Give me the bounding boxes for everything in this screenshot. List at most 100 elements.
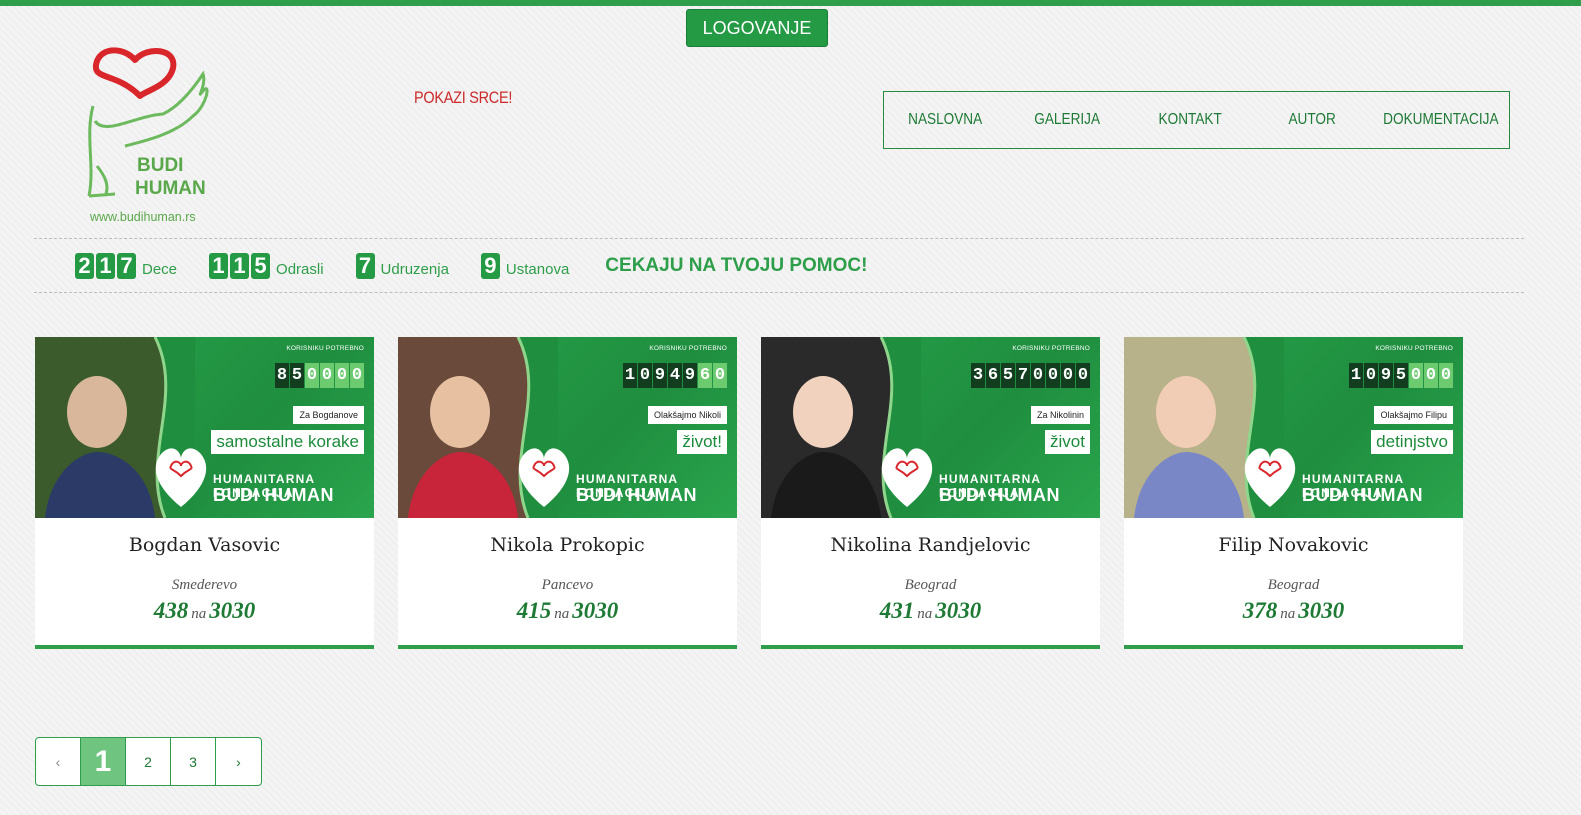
pagination-prev[interactable]: ‹ [36,738,81,785]
banner-caption-small: Olakšajmo Filipu [1374,406,1453,424]
need-digit: 0 [713,363,727,388]
need-digit: 0 [1409,363,1423,388]
need-digit: 0 [1364,363,1378,388]
cards-grid: KORISNIKU POTREBNO 8 5 0 0 0 0 Za Bogdanove samo… [35,337,1485,649]
card-banner: KORISNIKU POTREBNO 1 0 9 4 9 6 0 Olakšajmo Nikol… [398,337,737,518]
need-digit: 0 [305,363,319,388]
banner-caption-large: život [1045,430,1090,454]
card-name: Nikola Prokopic [490,534,645,556]
foundation-line2: BUDI HUMAN [576,485,697,505]
score-value: 415 [516,598,552,623]
child-card[interactable]: KORISNIKU POTREBNO 3 6 5 7 0 0 0 0 Za Nikolinin ži… [761,337,1100,649]
pagination: ‹ 1 2 3 › [35,737,262,786]
logo-url: www.budihuman.rs [89,210,196,224]
heart-logo-icon [518,448,570,507]
score-separator: na [917,606,933,622]
slogan: POKAZI SRCE! [414,88,513,107]
card-score: 438 na 3030 [35,598,374,624]
need-digit: 6 [698,363,712,388]
card-name: Filip Novakovic [1218,534,1369,556]
need-digit: 0 [1046,363,1060,388]
stat-digit: 7 [355,252,375,279]
foundation-line2: BUDI HUMAN [213,485,334,505]
main-nav: NASLOVNA GALERIJA KONTAKT AUTOR DOKUMENT… [883,91,1510,149]
need-digit: 6 [986,363,1000,388]
stat-digit: 5 [251,252,271,279]
stat-digit: 1 [209,252,229,279]
need-digit: 5 [1394,363,1408,388]
score-separator: na [191,606,207,622]
child-card[interactable]: KORISNIKU POTREBNO 1 0 9 5 0 0 0 Olakšajmo Filip… [1124,337,1463,649]
top-accent-bar [0,0,1581,6]
stat-digit: 9 [480,252,500,279]
site-logo[interactable]: BUDI HUMAN www.budihuman.rs [85,46,225,228]
need-digit: 9 [653,363,667,388]
banner-caption-small: Za Bogdanove [293,406,364,424]
score-value: 438 [153,598,189,623]
nav-item-galerija[interactable]: GALERIJA [1016,111,1120,129]
child-card[interactable]: KORISNIKU POTREBNO 8 5 0 0 0 0 Za Bogdanove samo… [35,337,374,649]
card-city: Pancevo [541,577,594,593]
nav-item-dokumentacija[interactable]: DOKUMENTACIJA [1383,111,1498,129]
score-total: 3030 [209,598,256,623]
stats-cta-text: CEKAJU NA TVOJU POMOC! [605,254,868,276]
stat-label: Ustanova [505,260,570,278]
need-digit: 1 [1349,363,1363,388]
need-digit: 9 [1379,363,1393,388]
banner-caption-small: Olakšajmo Nikoli [647,406,727,424]
need-label: KORISNIKU POTREBNO [286,345,364,352]
need-digit: 0 [638,363,652,388]
need-amount: 36570000 [970,363,1090,388]
banner-caption-large: detinjstvo [1371,430,1453,454]
card-score: 378 na 3030 [1124,598,1463,624]
score-total: 3030 [1298,598,1345,623]
card-banner: KORISNIKU POTREBNO 8 5 0 0 0 0 Za Bogdanove samo… [35,337,374,518]
login-button[interactable]: LOGOVANJE [686,9,828,47]
need-amount: 850000 [274,363,364,388]
score-separator: na [1280,606,1296,622]
need-amount: 1094960 [622,363,727,388]
logo-line2: HUMAN [135,178,206,199]
heart-logo-icon [155,448,207,507]
stat-digit: 7 [117,252,136,279]
nav-item-naslovna[interactable]: NASLOVNA [893,111,997,129]
banner-caption-large: život! [677,430,727,454]
need-digit: 0 [335,363,349,388]
need-digit: 1 [623,363,637,388]
stat-digit: 1 [96,252,115,279]
pagination-page-3[interactable]: 3 [171,738,216,785]
need-digit: 7 [1016,363,1030,388]
banner-caption-small: Za Nikolinin [1030,406,1090,424]
card-score: 415 na 3030 [398,598,737,624]
pagination-next[interactable]: › [216,738,261,785]
child-card[interactable]: KORISNIKU POTREBNO 1 0 9 4 9 6 0 Olakšajmo Nikol… [398,337,737,649]
stat-label: Udruzenja [380,260,449,278]
score-separator: na [554,606,570,622]
score-value: 378 [1242,598,1278,623]
card-city: Beograd [1267,577,1320,593]
need-label: KORISNIKU POTREBNO [1012,345,1090,352]
need-digit: 9 [683,363,697,388]
card-name: Nikolina Randjelovic [830,534,1031,556]
need-digit: 0 [320,363,334,388]
need-amount: 1095000 [1348,363,1453,388]
logo-line1: BUDI [137,155,183,176]
stat-udruzenja: 7 Udruzenja [355,252,449,279]
foundation-line2: BUDI HUMAN [1302,485,1423,505]
card-banner: KORISNIKU POTREBNO 1 0 9 5 0 0 0 Olakšajmo Filip… [1124,337,1463,518]
nav-item-kontakt[interactable]: KONTAKT [1138,111,1242,129]
nav-item-autor[interactable]: AUTOR [1260,111,1364,129]
score-total: 3030 [572,598,619,623]
pagination-page-1[interactable]: 1 [81,738,126,785]
pagination-page-2[interactable]: 2 [126,738,171,785]
card-banner: KORISNIKU POTREBNO 3 6 5 7 0 0 0 0 Za Nikolinin ži… [761,337,1100,518]
need-digit: 5 [290,363,304,388]
card-score: 431 na 3030 [761,598,1100,624]
stat-digit: 2 [75,252,94,279]
need-digit: 5 [1001,363,1015,388]
card-city: Beograd [904,577,957,593]
stat-odrasli: 115 Odrasli [209,252,324,279]
need-digit: 0 [1439,363,1453,388]
score-value: 431 [879,598,915,623]
need-digit: 0 [1424,363,1438,388]
